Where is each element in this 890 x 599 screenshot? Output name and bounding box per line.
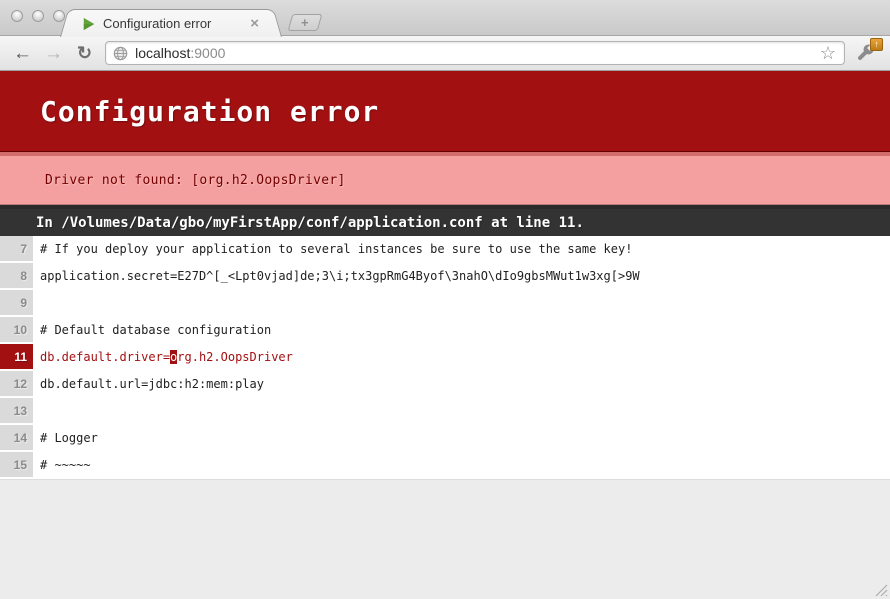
browser-window: Configuration error × + ← → ↻ localhost:…: [0, 0, 890, 599]
url-port: :9000: [190, 45, 225, 61]
browser-toolbar: ← → ↻ localhost:9000 ☆ ↑: [0, 36, 890, 71]
resize-grip[interactable]: [872, 581, 888, 597]
code-line-row: 15# ~~~~~: [0, 452, 890, 479]
line-number: 7: [0, 236, 33, 262]
code-text: db.default.url=jdbc:h2:mem:play: [33, 371, 890, 398]
code-line-row: 12db.default.url=jdbc:h2:mem:play: [0, 371, 890, 398]
address-bar[interactable]: localhost:9000 ☆: [105, 41, 845, 65]
forward-arrow-icon: →: [44, 43, 63, 64]
line-number: 14: [0, 425, 33, 451]
code-text: db.default.driver=org.h2.OopsDriver: [33, 344, 890, 371]
update-badge: ↑: [870, 38, 883, 51]
wrench-menu-button[interactable]: ↑: [853, 40, 881, 66]
code-text: [33, 290, 890, 317]
code-text: application.secret=E27D^[_<Lpt0vjad]de;3…: [33, 263, 890, 290]
page-title: Configuration error: [40, 95, 379, 128]
code-text: [33, 398, 890, 425]
star-icon: ☆: [820, 43, 836, 63]
line-number: 9: [0, 290, 33, 316]
back-button[interactable]: ←: [9, 44, 36, 63]
code-line-row-error: 11db.default.driver=org.h2.OopsDriver: [0, 344, 890, 371]
url-host: localhost: [135, 45, 190, 61]
line-number: 12: [0, 371, 33, 397]
plus-icon: +: [301, 16, 309, 29]
play-framework-icon: [82, 17, 96, 31]
line-number: 10: [0, 317, 33, 343]
bookmark-star-button[interactable]: ☆: [818, 44, 838, 62]
code-line-row: 14# Logger: [0, 425, 890, 452]
zoom-window-button[interactable]: [53, 10, 65, 22]
tab-configuration-error[interactable]: Configuration error ×: [74, 9, 268, 37]
code-text: # Logger: [33, 425, 890, 452]
error-detail-text: Driver not found: [org.h2.OopsDriver]: [45, 173, 346, 188]
code-text: # If you deploy your application to seve…: [33, 236, 890, 263]
line-number: 15: [0, 452, 33, 478]
code-line-row: 13: [0, 398, 890, 425]
error-detail-banner: Driver not found: [org.h2.OopsDriver]: [0, 152, 890, 205]
line-number: 11: [0, 344, 33, 370]
page-background: [0, 480, 890, 599]
window-controls: [11, 10, 65, 22]
globe-icon: [113, 46, 128, 61]
code-listing: 7# If you deploy your application to sev…: [0, 236, 890, 480]
minimize-window-button[interactable]: [32, 10, 44, 22]
code-text: # ~~~~~: [33, 452, 890, 479]
tab-strip: Configuration error × +: [0, 0, 890, 36]
close-tab-icon[interactable]: ×: [247, 17, 262, 31]
tab-title: Configuration error: [103, 16, 247, 31]
line-number: 8: [0, 263, 33, 289]
code-line-row: 10# Default database configuration: [0, 317, 890, 344]
close-window-button[interactable]: [11, 10, 23, 22]
new-tab-button[interactable]: +: [288, 14, 323, 31]
code-line-row: 7# If you deploy your application to sev…: [0, 236, 890, 263]
source-location-text: In /Volumes/Data/gbo/myFirstApp/conf/app…: [36, 215, 584, 231]
code-text: # Default database configuration: [33, 317, 890, 344]
code-line-row: 8application.secret=E27D^[_<Lpt0vjad]de;…: [0, 263, 890, 290]
back-arrow-icon: ←: [13, 43, 32, 64]
source-location-bar: In /Volumes/Data/gbo/myFirstApp/conf/app…: [0, 205, 890, 236]
error-header: Configuration error: [0, 71, 890, 152]
line-number: 13: [0, 398, 33, 424]
reload-button[interactable]: ↻: [73, 44, 96, 62]
forward-button[interactable]: →: [40, 44, 67, 63]
code-line-row: 9: [0, 290, 890, 317]
url-text: localhost:9000: [135, 45, 225, 61]
reload-icon: ↻: [77, 43, 92, 63]
error-page: Configuration error Driver not found: [o…: [0, 71, 890, 599]
